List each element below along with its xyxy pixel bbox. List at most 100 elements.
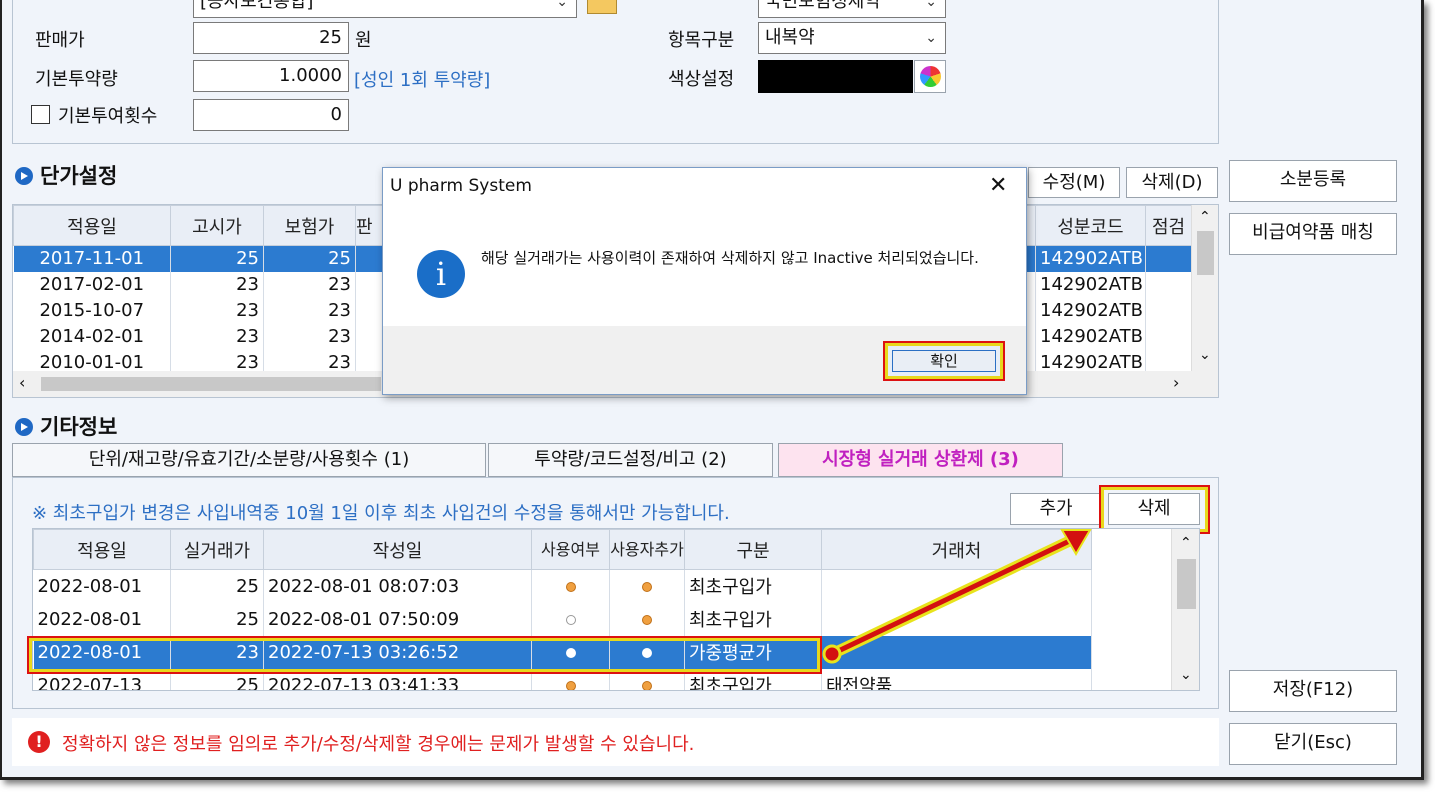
tab-market-price[interactable]: 시장형 실거래 상환제 (3) <box>778 443 1063 477</box>
price-cell-insurance: 23 <box>263 323 356 350</box>
market-column-header[interactable]: 실거래가 <box>170 529 264 570</box>
base-count-checkbox[interactable] <box>31 105 50 124</box>
price-cell-code: 142902ATB <box>1035 323 1146 350</box>
price-cell <box>1145 245 1192 272</box>
color-label: 색상설정 <box>668 69 735 90</box>
price-cell-notice: 23 <box>170 323 264 350</box>
warning-icon: ! <box>28 731 50 753</box>
market-column-header[interactable]: 구분 <box>684 529 822 570</box>
price-cell-insurance: 25 <box>263 245 356 272</box>
market-column-header[interactable]: 사용여부 <box>531 529 610 570</box>
dialog-footer: 확인 <box>383 326 1026 394</box>
item-class-select[interactable]: 내복약 ⌄ <box>758 22 946 54</box>
top-select[interactable]: [공사보건통합] ⌄ <box>193 0 577 18</box>
price-column-header[interactable]: 적용일 <box>13 205 171 246</box>
circle-filled-icon <box>642 680 652 690</box>
chevron-right-icon[interactable]: › <box>1173 373 1179 392</box>
price-delete-button[interactable]: 삭제(D) <box>1126 167 1218 198</box>
market-column-header[interactable]: 작성일 <box>263 529 532 570</box>
base-dose-label: 기본투약량 <box>35 69 118 90</box>
price-cell <box>1145 297 1192 324</box>
item-class-label: 항목구분 <box>668 30 735 51</box>
price-cell <box>1145 271 1192 298</box>
market-cell-price: 25 <box>170 602 264 636</box>
price-column-header[interactable]: 점검 <box>1145 205 1192 246</box>
other-section-title: 기타정보 <box>40 415 118 439</box>
base-dose-input[interactable]: 1.0000 <box>193 60 349 92</box>
market-cell-date: 2022-08-01 <box>33 569 171 603</box>
close-icon[interactable]: ✕ <box>989 174 1007 198</box>
scroll-thumb[interactable] <box>1177 559 1196 609</box>
top-select-value: [공사보건통합] <box>200 0 314 12</box>
market-cell-written: 2022-08-01 08:07:03 <box>263 569 532 603</box>
price-column-header[interactable]: 보험가 <box>263 205 356 246</box>
main-window: [공사보건통합] ⌄ 국민보험정제약 ⌄ 판매가 25 원 기본투약량 1.0000… <box>0 0 1424 780</box>
color-picker-button[interactable] <box>914 60 946 93</box>
palette-icon <box>920 66 941 87</box>
price-edit-button[interactable]: 수정(M) <box>1028 167 1120 198</box>
price-cell-notice: 23 <box>170 271 264 298</box>
annotation-arrow <box>822 529 1092 664</box>
market-column-header[interactable]: 사용자추가 <box>609 529 685 570</box>
price-column-header[interactable]: 고시가 <box>170 205 264 246</box>
price-cell-date: 2017-02-01 <box>13 271 171 298</box>
base-count-input[interactable]: 0 <box>193 99 349 131</box>
price-column-header[interactable]: 성분코드 <box>1035 205 1146 246</box>
chevron-left-icon[interactable]: ‹ <box>19 373 25 392</box>
market-cell-type: 최초구입가 <box>684 602 822 636</box>
chevron-down-icon: ⌄ <box>925 30 937 46</box>
close-button[interactable]: 닫기(Esc) <box>1229 723 1397 765</box>
sale-price-label: 판매가 <box>35 30 85 51</box>
sale-price-input[interactable]: 25 <box>193 22 349 54</box>
base-count-label: 기본투여횟수 <box>58 106 158 127</box>
purchase-price-notice: ※ 최초구입가 변경은 사입내역중 10월 1일 이후 최초 사입건의 수정을 … <box>32 503 730 524</box>
row-highlight <box>27 636 822 674</box>
price-cell-insurance: 23 <box>263 297 356 324</box>
scroll-thumb[interactable] <box>1197 231 1214 275</box>
base-dose-note: [성인 1회 투약량] <box>354 70 491 91</box>
price-section-title: 단가설정 <box>40 164 118 188</box>
market-cell-vendor: 태전약품 <box>821 668 1092 690</box>
market-cell-user-add <box>609 569 685 603</box>
info-icon: i <box>417 250 465 298</box>
chevron-up-icon[interactable]: ⌃ <box>1180 535 1192 551</box>
price-cell <box>1145 323 1192 350</box>
tab-unit-stock[interactable]: 단위/재고량/유효기간/소분량/사용횟수 (1) <box>12 443 486 477</box>
circle-empty-icon <box>565 614 576 625</box>
item-class-value: 내복약 <box>765 27 815 48</box>
market-vertical-scrollbar[interactable]: ⌃ ⌄ <box>1171 529 1199 690</box>
warning-text: 정확하지 않은 정보를 임의로 추가/수정/삭제할 경우에는 문제가 발생할 수… <box>62 734 695 755</box>
market-cell-written: 2022-08-01 07:50:09 <box>263 602 532 636</box>
sale-price-unit: 원 <box>355 30 372 51</box>
chevron-down-icon: ⌄ <box>556 0 568 10</box>
message-dialog: U pharm System ✕ i 해당 실거래가는 사용이력이 존재하여 삭… <box>382 167 1027 395</box>
chevron-down-icon: ⌄ <box>925 0 937 10</box>
market-cell-price: 25 <box>170 569 264 603</box>
scroll-thumb[interactable] <box>41 377 381 391</box>
folder-icon[interactable] <box>587 0 617 14</box>
market-cell-use <box>531 569 610 603</box>
nonpay-match-button[interactable]: 비급여약품 매칭 <box>1229 213 1397 255</box>
delete-button-highlight <box>1099 485 1210 534</box>
split-register-button[interactable]: 소분등록 <box>1229 160 1397 202</box>
market-cell-date: 2022-08-01 <box>33 602 171 636</box>
chevron-down-icon[interactable]: ⌄ <box>1199 347 1211 363</box>
top-right-select[interactable]: 국민보험정제약 ⌄ <box>758 0 946 18</box>
market-cell-user-add <box>609 602 685 636</box>
tab-dose-code[interactable]: 투약량/코드설정/비고 (2) <box>488 443 773 477</box>
price-vertical-scrollbar[interactable]: ⌃ ⌄ <box>1191 205 1218 371</box>
chevron-down-icon[interactable]: ⌄ <box>1180 667 1192 683</box>
save-button[interactable]: 저장(F12) <box>1229 670 1397 712</box>
color-swatch <box>758 60 913 93</box>
dialog-title: U pharm System <box>390 176 532 196</box>
price-cell-code: 142902ATB <box>1035 297 1146 324</box>
price-cell-date: 2015-10-07 <box>13 297 171 324</box>
ok-button[interactable]: 확인 <box>883 341 1005 381</box>
section-bullet-icon <box>15 418 33 436</box>
circle-filled-icon <box>565 581 576 592</box>
price-cell-date: 2017-11-01 <box>13 245 171 272</box>
ok-button-inner: 확인 <box>892 350 996 372</box>
chevron-up-icon[interactable]: ⌃ <box>1199 209 1211 225</box>
price-cell-notice: 25 <box>170 245 264 272</box>
market-column-header[interactable]: 적용일 <box>33 529 171 570</box>
